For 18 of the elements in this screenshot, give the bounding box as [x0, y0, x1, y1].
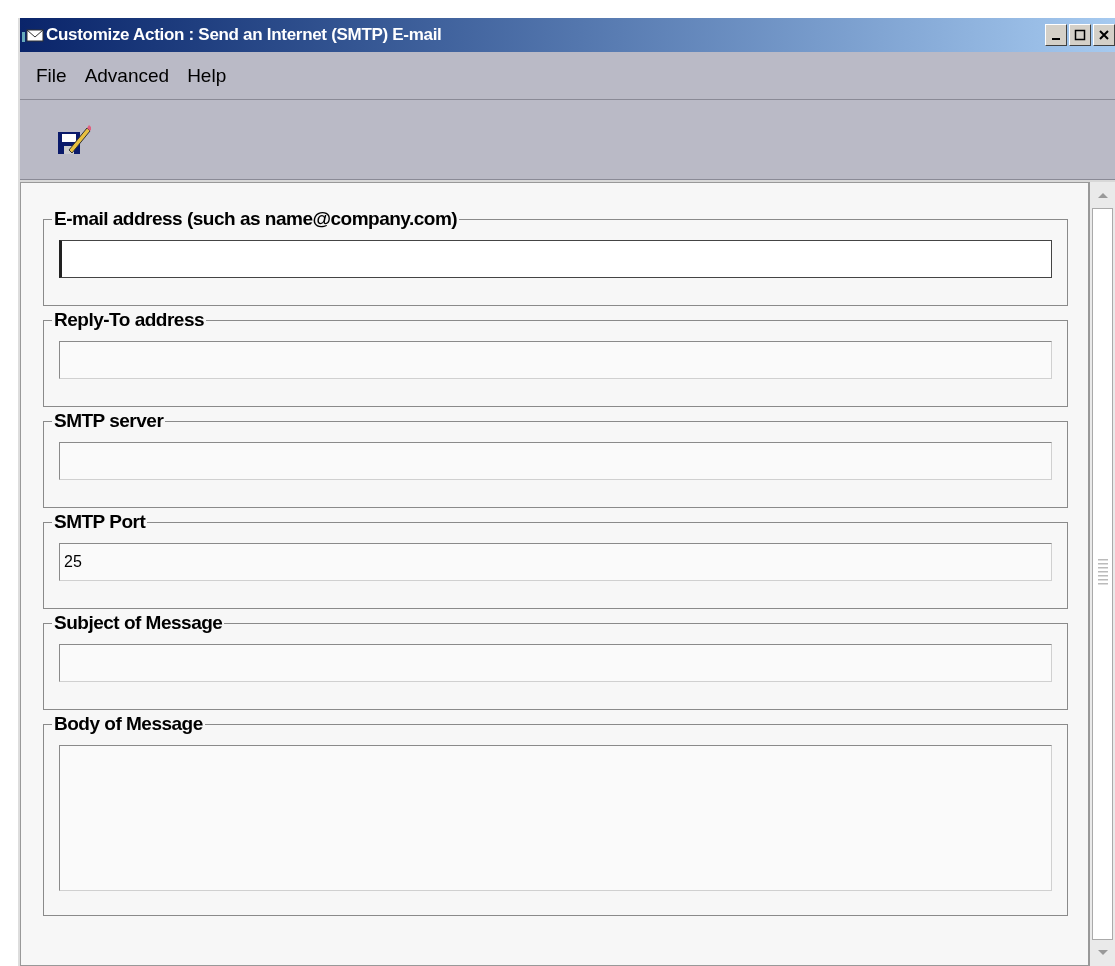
maximize-button[interactable]: [1069, 24, 1091, 46]
maximize-icon: [1074, 29, 1086, 41]
input-field[interactable]: [59, 442, 1052, 480]
input-field[interactable]: [59, 341, 1052, 379]
minimize-icon: [1052, 38, 1060, 40]
envelope-icon: [22, 28, 44, 42]
minimize-button[interactable]: [1045, 24, 1067, 46]
input-field[interactable]: [59, 240, 1052, 278]
window-title: Customize Action : Send an Internet (SMTP) E-mail: [46, 24, 442, 47]
input-field[interactable]: [59, 644, 1052, 682]
scrollbar-thumb[interactable]: [1092, 208, 1113, 940]
scrollbar[interactable]: [1089, 182, 1115, 966]
close-button[interactable]: [1093, 24, 1115, 46]
menu-item[interactable]: Advanced: [78, 62, 176, 91]
menu-item[interactable]: File: [30, 62, 73, 91]
menu-item[interactable]: Help: [181, 62, 233, 91]
close-icon: [1098, 29, 1110, 41]
input-field[interactable]: 25: [59, 543, 1052, 581]
